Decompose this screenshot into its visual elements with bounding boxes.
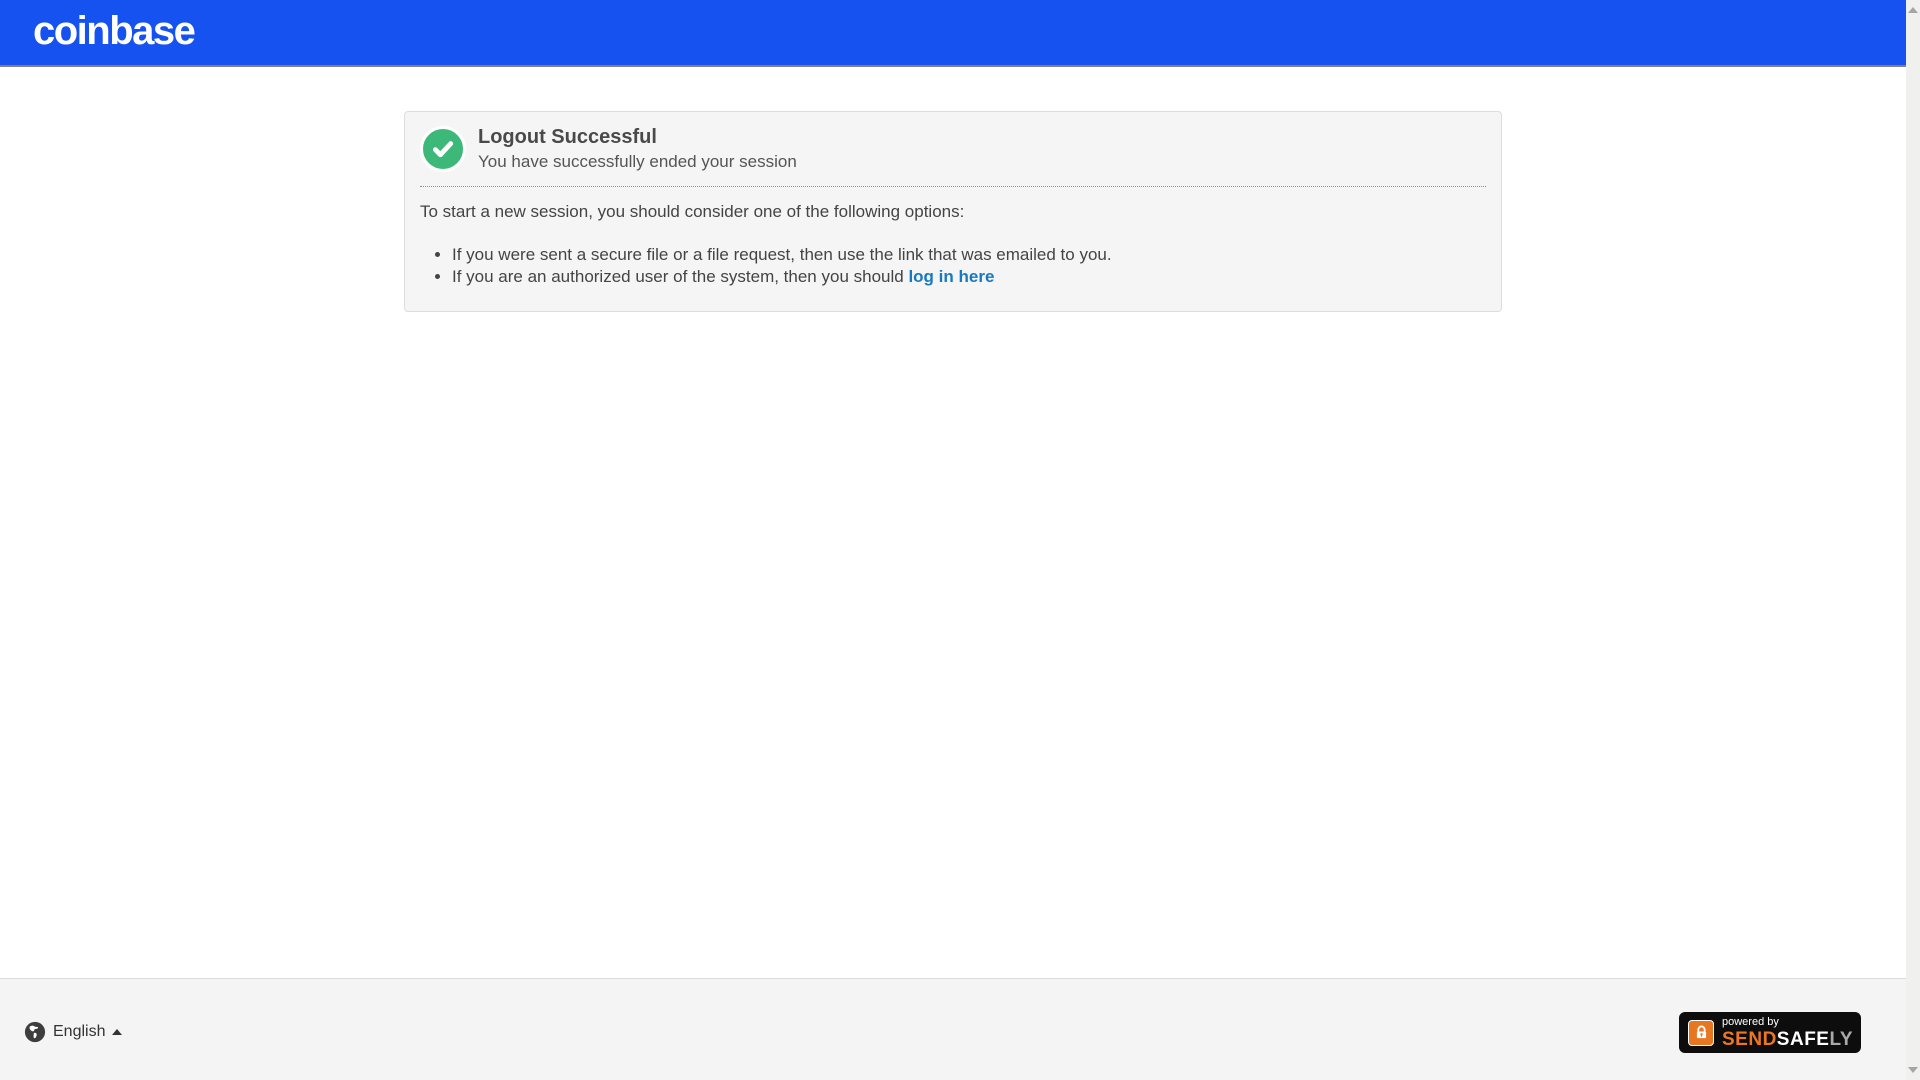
log-in-here-link[interactable]: log in here	[908, 267, 994, 286]
logout-panel: Logout Successful You have successfully …	[404, 111, 1502, 313]
page-title: Logout Successful	[478, 126, 657, 148]
caret-up-icon	[112, 1029, 123, 1035]
page-subtitle: You have successfully ended your session	[478, 152, 797, 171]
logout-status-text: Logout Successful You have successfully …	[478, 126, 797, 172]
dotted-divider	[420, 186, 1486, 188]
sendsafely-badge[interactable]: powered by SENDSAFELY	[1679, 1012, 1861, 1053]
lock-icon	[1688, 1019, 1714, 1046]
powered-by-label: powered by	[1722, 1015, 1779, 1028]
logout-status-row: Logout Successful You have successfully …	[420, 126, 1486, 173]
list-item-authorized-user: If you are an authorized user of the sys…	[452, 266, 1486, 288]
footer-bar: English powered by SENDSAFELY	[0, 978, 1906, 1080]
success-check-icon	[420, 126, 466, 173]
list-item-text: If you are an authorized user of the sys…	[452, 266, 909, 286]
scroll-down-arrow-icon[interactable]	[1908, 1067, 1918, 1073]
coinbase-logo: coinbase	[33, 8, 196, 53]
language-selector[interactable]: English	[24, 1021, 123, 1043]
sendsafely-badge-text: powered by SENDSAFELY	[1722, 1015, 1854, 1050]
list-item-secure-file: If you were sent a secure file or a file…	[452, 244, 1486, 266]
sendsafely-wordmark: SENDSAFELY	[1722, 1028, 1854, 1050]
options-list: If you were sent a secure file or a file…	[420, 244, 1486, 287]
intro-text: To start a new session, you should consi…	[420, 202, 965, 222]
globe-icon	[24, 1021, 46, 1043]
list-item-text: If you were sent a secure file or a file…	[452, 245, 1112, 265]
vertical-scrollbar[interactable]	[1906, 0, 1920, 1080]
language-label: English	[53, 1023, 106, 1040]
page-content: coinbase Logout Successful You have succ…	[0, 0, 1906, 1080]
header-bar: coinbase	[0, 0, 1906, 67]
scroll-up-arrow-icon[interactable]	[1908, 7, 1918, 13]
